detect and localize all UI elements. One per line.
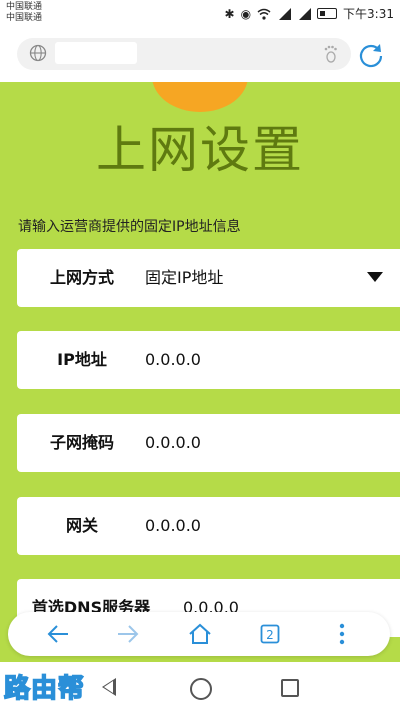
field-value[interactable]: 0.0.0.0	[145, 497, 201, 555]
browser-bottom-toolbar: 2	[8, 612, 390, 656]
reload-icon[interactable]	[358, 42, 384, 68]
home-button[interactable]	[170, 612, 230, 656]
wifi-icon	[257, 8, 271, 20]
page-content: 上网设置 请输入运营商提供的固定IP地址信息 上网方式 固定IP地址 IP地址 …	[0, 82, 400, 662]
bluetooth-icon: ✱	[224, 6, 235, 21]
nav-home-icon[interactable]	[190, 678, 212, 700]
back-arrow-icon	[47, 625, 68, 643]
more-button[interactable]	[312, 612, 372, 656]
signal-2g-icon	[299, 7, 312, 20]
field-value[interactable]: 0.0.0.0	[145, 331, 201, 389]
nav-recents-icon[interactable]	[281, 679, 299, 697]
battery-icon	[317, 8, 338, 19]
field-label: 上网方式	[49, 268, 114, 287]
field-label: IP地址	[57, 350, 107, 369]
home-icon	[189, 623, 211, 644]
eye-icon: ◉	[240, 6, 252, 21]
page-title: 上网设置	[96, 121, 304, 179]
back-button[interactable]	[28, 612, 88, 656]
field-value[interactable]: 固定IP地址	[145, 249, 223, 307]
carrier-labels: 中国联通 中国联通	[6, 2, 42, 24]
watermark-logo: 路由帮	[3, 673, 86, 705]
tabs-button[interactable]: 2	[240, 612, 300, 656]
tabs-icon: 2	[260, 624, 280, 644]
subnet-mask-field[interactable]: 子网掩码 0.0.0.0	[17, 414, 400, 472]
connection-type-select[interactable]: 上网方式 固定IP地址	[17, 249, 400, 307]
more-icon	[339, 623, 345, 645]
forward-button[interactable]	[98, 612, 158, 656]
clock: 下午3:31	[343, 7, 394, 21]
footprint-icon[interactable]	[321, 44, 341, 64]
field-label: 子网掩码	[49, 433, 114, 452]
system-nav-bar: 路由帮	[0, 662, 400, 711]
carrier-1: 中国联通	[6, 2, 43, 12]
signal-4g-icon	[279, 7, 292, 20]
instruction-text: 请输入运营商提供的固定IP地址信息	[18, 219, 241, 235]
browser-toolbar	[0, 28, 400, 82]
field-value[interactable]: 0.0.0.0	[145, 414, 201, 472]
carrier-2: 中国联通	[6, 13, 43, 23]
dropdown-arrow-icon[interactable]	[367, 272, 383, 282]
forward-arrow-icon	[118, 625, 139, 643]
url-text[interactable]	[55, 42, 137, 64]
field-label: 网关	[65, 516, 98, 535]
ip-address-field[interactable]: IP地址 0.0.0.0	[17, 331, 400, 389]
logo	[152, 82, 248, 112]
nav-back-icon[interactable]	[102, 678, 116, 696]
globe-icon	[29, 44, 47, 62]
status-bar: 中国联通 中国联通 ✱ ◉ 下午3:31	[0, 0, 400, 28]
gateway-field[interactable]: 网关 0.0.0.0	[17, 497, 400, 555]
tab-count: 2	[266, 628, 274, 642]
address-bar[interactable]	[17, 38, 351, 70]
status-icons: ✱ ◉ 下午3:31	[225, 5, 395, 22]
